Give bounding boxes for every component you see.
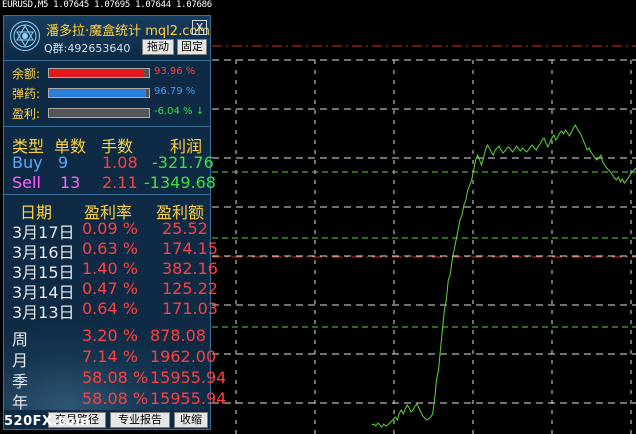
period-section: 周 3.20 % 878.08 月 7.14 % 1962.00 季 58.08 % 15955…	[4, 324, 226, 412]
trade-lots: 1.08	[102, 153, 138, 172]
chart-symbol-info: EURUSD,M5 1.07645 1.07695 1.07644 1.0768…	[2, 0, 212, 10]
trade-type: Sell	[12, 173, 41, 192]
bar-fill	[49, 89, 146, 97]
trades-section: 类型 单数 手数 利润 Buy 9 1.08 -321.76 Sell 13 2…	[4, 126, 216, 193]
daily-header: 日期 盈利率 盈利额	[4, 199, 210, 222]
daily-amount: 171.03	[162, 299, 218, 318]
period-row: 周 3.20 % 878.08	[4, 326, 210, 349]
daily-rate: 0.09 %	[82, 219, 138, 238]
daily-row: 3月13日 0.64 % 171.03	[4, 299, 218, 322]
daily-amount: 25.52	[162, 219, 208, 238]
trade-count: 9	[58, 153, 69, 172]
daily-amount: 125.22	[162, 279, 218, 298]
daily-row: 3月16日 0.63 % 174.15	[4, 239, 218, 262]
period-amount: 15955.94	[150, 389, 227, 408]
daily-date: 3月13日	[12, 303, 75, 322]
period-label: 年	[12, 393, 29, 412]
stats-panel: 潘多拉·魔盒统计 mql2.com X Q群:492653640 拖动 固定 余…	[3, 15, 226, 430]
balance-label: 余额:	[12, 67, 41, 81]
daily-rate: 0.47 %	[82, 279, 138, 298]
daily-amount: 382.16	[162, 259, 218, 278]
daily-rate: 0.64 %	[82, 299, 138, 318]
daily-amount: 174.15	[162, 239, 218, 258]
period-amount: 878.08	[150, 326, 206, 345]
ammo-value: 96.79 %	[154, 86, 196, 97]
qq-group: Q群:492653640	[44, 42, 131, 55]
watermark: 520FX.com	[4, 414, 90, 429]
period-row: 月 7.14 % 1962.00	[4, 347, 216, 370]
period-row: 季 58.08 % 15955.94	[4, 368, 226, 391]
ammo-bar	[48, 88, 150, 98]
fix-button[interactable]: 固定	[177, 39, 207, 55]
panel-title: 潘多拉·魔盒统计 mql2.com	[46, 24, 210, 39]
period-rate: 58.08 %	[82, 368, 149, 387]
period-rate: 3.20 %	[82, 326, 138, 345]
profit-row: 盈利: -6.04 % ↓	[12, 105, 208, 121]
trades-header: 类型 单数 手数 利润	[4, 133, 210, 156]
period-row: 年 58.08 % 15955.94	[4, 389, 226, 412]
daily-rate: 0.63 %	[82, 239, 138, 258]
bars-section: 余额: 93.96 % 弹药: 96.79 % 盈利: -6.04 % ↓	[4, 60, 210, 125]
chart-grid	[212, 59, 636, 434]
daily-row: 3月14日 0.47 % 125.22	[4, 279, 218, 302]
trade-row-buy: Buy 9 1.08 -321.76	[4, 153, 214, 172]
collapse-button[interactable]: 收缩	[174, 412, 208, 428]
profit-label: 盈利:	[12, 107, 41, 121]
profit-bar	[48, 108, 150, 118]
profit-value: -6.04 % ↓	[154, 106, 205, 117]
panel-header[interactable]: 潘多拉·魔盒统计 mql2.com X Q群:492653640 拖动 固定	[4, 16, 210, 60]
period-rate: 58.08 %	[82, 389, 149, 408]
drag-button[interactable]: 拖动	[142, 39, 174, 55]
pro-report-button[interactable]: 专业报告	[110, 412, 170, 428]
trade-count: 13	[60, 173, 81, 192]
trade-profit: -1349.68	[144, 173, 216, 192]
daily-row: 3月15日 1.40 % 382.16	[4, 259, 218, 282]
balance-value: 93.96 %	[154, 66, 196, 77]
daily-rate: 1.40 %	[82, 259, 138, 278]
price-line	[371, 123, 636, 428]
period-amount: 1962.00	[150, 347, 217, 366]
balance-row: 余额: 93.96 %	[12, 65, 208, 81]
chart-reference-lines	[212, 45, 636, 328]
trade-lots: 2.11	[102, 173, 138, 192]
pandora-logo-icon	[10, 21, 40, 51]
daily-section: 日期 盈利率 盈利额 3月17日 0.09 % 25.52 3月16日 0.63 % 17…	[4, 194, 218, 323]
balance-bar	[48, 68, 150, 78]
ammo-label: 弹药:	[12, 87, 41, 101]
period-rate: 7.14 %	[82, 347, 138, 366]
ammo-row: 弹药: 96.79 %	[12, 85, 208, 101]
bar-fill	[49, 69, 143, 77]
period-amount: 15955.94	[150, 368, 227, 387]
trade-row-sell: Sell 13 2.11 -1349.68	[4, 173, 216, 192]
close-button[interactable]: X	[192, 20, 207, 35]
trade-profit: -321.76	[152, 153, 214, 172]
daily-row: 3月17日 0.09 % 25.52	[4, 219, 210, 242]
trade-type: Buy	[12, 153, 43, 172]
